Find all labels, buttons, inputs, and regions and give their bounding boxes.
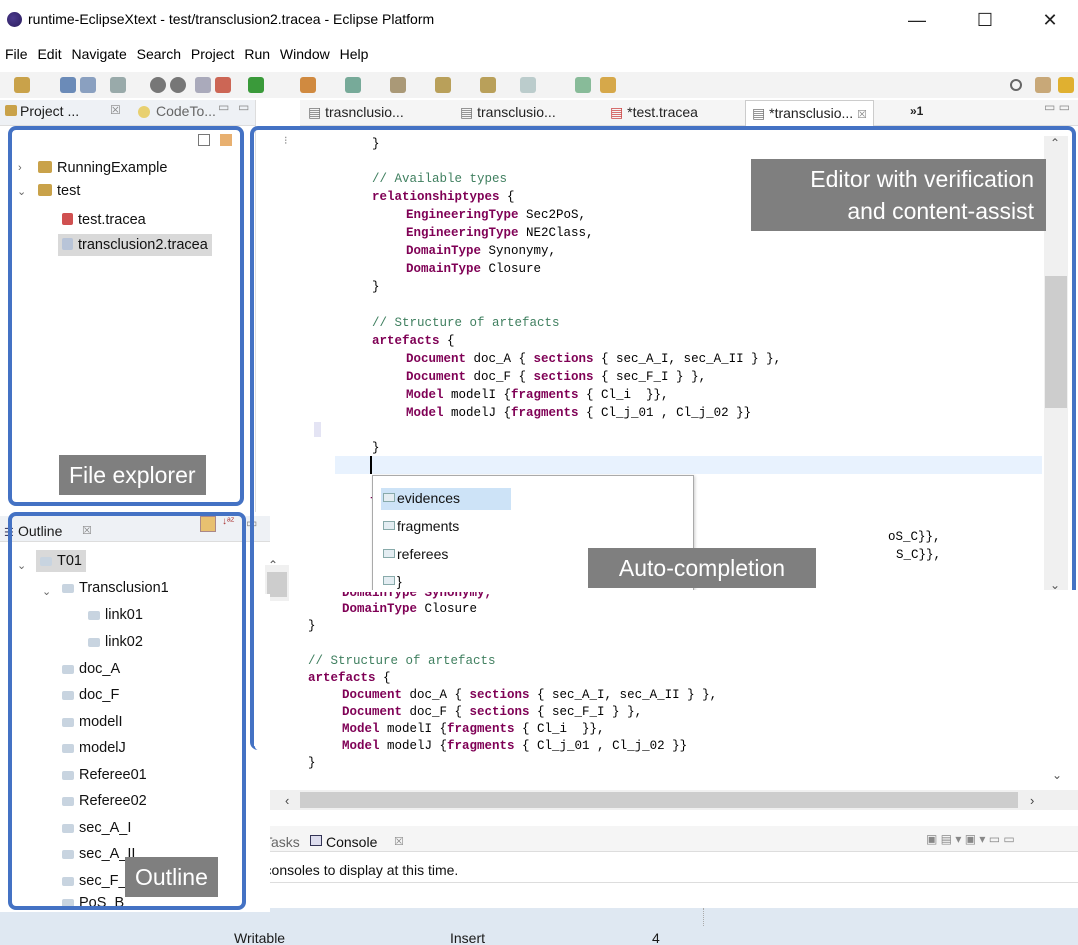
close-tab-icon[interactable]: ☒ [394,835,404,848]
console-message: › consoles to display at this time. [256,862,459,878]
editor-highlight-gap [254,594,270,746]
new-icon[interactable] [14,77,30,93]
toolbar [0,72,1078,98]
editor-hscroll-thumb[interactable] [300,792,1018,808]
scroll-right-icon[interactable]: › [1030,793,1034,808]
callout-file-explorer: File explorer [59,455,206,495]
perspective-icon[interactable] [1058,77,1074,93]
next-annotation-icon[interactable] [345,77,361,93]
more-tabs-button[interactable]: »1 [910,104,923,118]
tab-transclusio-active[interactable]: ▤ *transclusio... ☒ [745,100,874,126]
menu-search[interactable]: Search [137,46,181,62]
save-all-icon[interactable] [80,77,96,93]
scroll-down-icon[interactable]: ⌄ [1052,768,1062,782]
editor-highlight-gap [1072,590,1078,750]
tab-transclusio[interactable]: ▤ transclusio... [460,104,556,121]
menu-project[interactable]: Project [191,46,235,62]
tab-project-explorer[interactable]: Project ... [20,103,79,119]
forward-icon[interactable] [480,77,496,93]
maximize-button[interactable]: ☐ [965,6,1005,34]
project-explorer-icon [5,105,17,116]
run-icon[interactable] [248,77,264,93]
tab-console[interactable]: Console [326,834,377,850]
print-icon[interactable] [110,77,126,93]
minimize-view-icon[interactable]: ▭ [218,100,229,114]
close-button[interactable]: ✕ [1030,6,1070,34]
console-view: Tasks Console ☒ ▣ ▤ ▾ ▣ ▾ ▭ ▭ › consoles… [256,826,1078,908]
save-icon[interactable] [60,77,76,93]
callout-editor: Editor with verification and content-ass… [751,159,1046,231]
callout-outline: Outline [125,857,218,897]
menu-file[interactable]: File [5,46,28,62]
code-line: } [308,756,316,770]
scroll-left-icon[interactable]: ‹ [285,793,289,808]
status-position: 4 [652,930,660,945]
tools-icon[interactable] [215,77,231,93]
title-bar: runtime-EclipseXtext - test/transclusion… [0,0,1078,40]
status-insert: Insert [450,930,486,945]
breakpoint-icon[interactable] [170,77,186,93]
eclipse-icon [7,12,22,27]
cut-icon[interactable] [195,77,211,93]
debug-icon[interactable] [150,77,166,93]
external-tools-icon[interactable] [300,77,316,93]
next-icon[interactable] [520,77,536,93]
menu-edit[interactable]: Edit [37,46,61,62]
menu-bar: File Edit Navigate Search Project Run Wi… [0,46,369,68]
menu-help[interactable]: Help [340,46,369,62]
outline-highlight [8,512,246,910]
window-title: runtime-EclipseXtext - test/transclusion… [28,11,435,27]
codeto-icon [138,106,150,118]
tab-test-tracea[interactable]: ▤ *test.tracea [610,104,698,121]
editor-tab-bar: ▤ trasnclusio... ▤ transclusio... ▤ *tes… [300,100,1078,126]
menu-window[interactable]: Window [280,46,330,62]
pin-editor-icon[interactable] [575,77,591,93]
callout-auto-completion: Auto-completion [588,548,816,588]
console-icon [310,835,322,846]
prev-annotation-icon[interactable] [390,77,406,93]
minimize-editor-icon[interactable]: ▭ ▭ [1044,100,1070,114]
explorer-highlight [8,126,244,506]
back-icon[interactable] [435,77,451,93]
console-toolbar-icons[interactable]: ▣ ▤ ▾ ▣ ▾ ▭ ▭ [926,832,1015,846]
brush-icon[interactable] [600,77,616,93]
menu-navigate[interactable]: Navigate [71,46,126,62]
maximize-view-icon[interactable]: ▭ [238,100,249,114]
search-icon[interactable] [1010,79,1022,91]
close-tab-icon[interactable]: ☒ [110,103,121,117]
status-bar: Writable Insert 4 [0,908,1078,945]
tab-trasnclusio[interactable]: ▤ trasnclusio... [308,104,404,121]
menu-run[interactable]: Run [244,46,270,62]
status-writable: Writable [234,930,286,945]
open-perspective-icon[interactable] [1035,77,1051,93]
minimize-button[interactable]: — [897,6,937,34]
tab-codeto[interactable]: CodeTo... [156,103,216,119]
